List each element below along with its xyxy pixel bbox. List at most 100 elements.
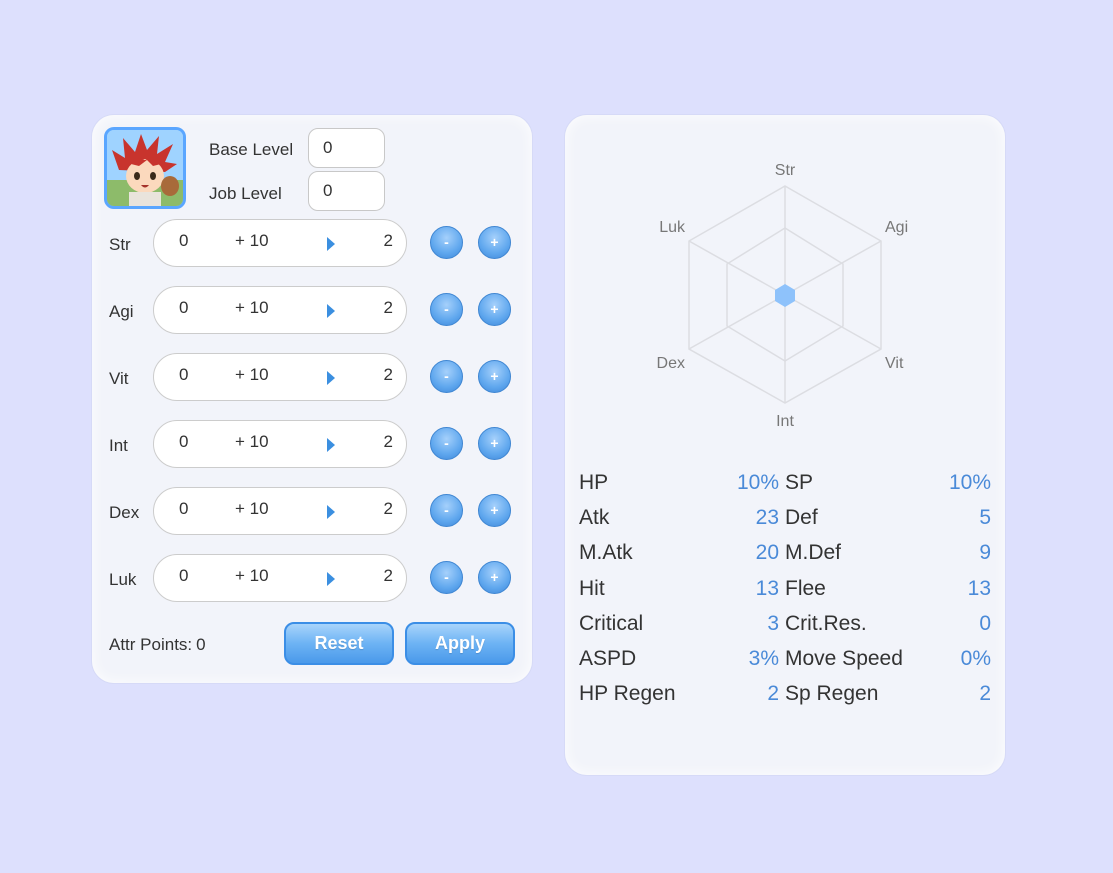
attribute-cost-value: 2 bbox=[383, 231, 393, 250]
agi-decrease-button[interactable]: - bbox=[430, 293, 463, 326]
stat-label: SP bbox=[785, 471, 814, 494]
attr-points: Attr Points: 0 bbox=[109, 635, 206, 655]
stat-label: Sp Regen bbox=[785, 682, 879, 706]
attribute-bonus-value: + 10 bbox=[235, 432, 269, 451]
arrow-right-icon bbox=[327, 505, 335, 519]
stat-value: 10% bbox=[948, 471, 991, 494]
attribute-value-box: 0 + 10 2 bbox=[153, 219, 407, 267]
stat-label: HP Regen bbox=[579, 682, 676, 706]
job-level-input[interactable] bbox=[308, 171, 385, 211]
attribute-base-value: 0 bbox=[179, 499, 189, 518]
attribute-value-box: 0 + 10 2 bbox=[153, 487, 407, 535]
attribute-base-value: 0 bbox=[179, 231, 189, 250]
vit-increase-button[interactable]: + bbox=[478, 360, 511, 393]
stat-label: M.Atk bbox=[579, 541, 633, 565]
stat-value: 13 bbox=[967, 576, 991, 600]
stat-label: Move Speed bbox=[785, 646, 903, 670]
radar-label-luk: Luk bbox=[659, 219, 686, 236]
attribute-cost-value: 2 bbox=[383, 298, 393, 317]
int-increase-button[interactable]: + bbox=[478, 427, 511, 460]
arrow-right-icon bbox=[327, 572, 335, 586]
vit-decrease-button[interactable]: - bbox=[430, 360, 463, 393]
radar-label-dex: Dex bbox=[657, 355, 685, 372]
reset-button[interactable]: Reset bbox=[284, 622, 394, 665]
arrow-right-icon bbox=[327, 237, 335, 251]
attribute-row-agi: Agi 0 + 10 2 - + bbox=[92, 286, 532, 334]
attribute-cost-value: 2 bbox=[383, 365, 393, 384]
stat-label: HP bbox=[579, 471, 609, 494]
attribute-name: Agi bbox=[109, 302, 134, 321]
radar-label-vit: Vit bbox=[885, 355, 904, 372]
stat-row: HP Regen 2 Sp Regen 2 bbox=[579, 678, 991, 713]
job-level-label: Job Level bbox=[209, 184, 282, 203]
stat-value: 5 bbox=[979, 506, 991, 530]
attribute-bonus-value: + 10 bbox=[235, 231, 269, 250]
stat-grid: HP 10% SP 10% Atk 23 Def 5 M.Atk 20 M.De… bbox=[579, 467, 991, 713]
attribute-cost-value: 2 bbox=[383, 432, 393, 451]
attribute-value-box: 0 + 10 2 bbox=[153, 286, 407, 334]
attribute-name: Int bbox=[109, 436, 128, 455]
attribute-base-value: 0 bbox=[179, 365, 189, 384]
attribute-row-luk: Luk 0 + 10 2 - + bbox=[92, 554, 532, 602]
attr-points-label: Attr Points: bbox=[109, 635, 193, 654]
stat-label: Flee bbox=[785, 576, 826, 600]
attribute-panel: Base Level Job Level Str 0 + 10 2 - + Ag… bbox=[92, 115, 532, 683]
attribute-bonus-value: + 10 bbox=[235, 365, 269, 384]
stat-row: HP 10% SP 10% bbox=[579, 467, 991, 502]
stat-label: Def bbox=[785, 506, 818, 530]
attribute-base-value: 0 bbox=[179, 298, 189, 317]
attribute-value-box: 0 + 10 2 bbox=[153, 420, 407, 468]
luk-increase-button[interactable]: + bbox=[478, 561, 511, 594]
base-level-label: Base Level bbox=[209, 140, 294, 159]
attribute-base-value: 0 bbox=[179, 432, 189, 451]
stat-label: ASPD bbox=[579, 646, 637, 670]
stat-row: ASPD 3% Move Speed 0% bbox=[579, 643, 991, 678]
radar-label-agi: Agi bbox=[885, 219, 908, 236]
stat-value: 23 bbox=[755, 506, 779, 530]
attribute-cost-value: 2 bbox=[383, 566, 393, 585]
stat-label: Critical bbox=[579, 611, 644, 635]
attribute-bonus-value: + 10 bbox=[235, 566, 269, 585]
attribute-row-int: Int 0 + 10 2 - + bbox=[92, 420, 532, 468]
character-portrait-icon bbox=[107, 130, 183, 206]
stat-row: Hit 13 Flee 13 bbox=[579, 573, 991, 608]
stat-value: 9 bbox=[979, 541, 991, 565]
stat-value: 20 bbox=[755, 541, 779, 565]
stat-value: 10% bbox=[736, 471, 779, 494]
radar-label-str: Str bbox=[775, 162, 796, 179]
luk-decrease-button[interactable]: - bbox=[430, 561, 463, 594]
attribute-name: Str bbox=[109, 235, 131, 254]
attribute-name: Dex bbox=[109, 503, 140, 522]
base-level-input[interactable] bbox=[308, 128, 385, 168]
attribute-value-box: 0 + 10 2 bbox=[153, 353, 407, 401]
arrow-right-icon bbox=[327, 371, 335, 385]
arrow-right-icon bbox=[327, 304, 335, 318]
arrow-right-icon bbox=[327, 438, 335, 452]
character-avatar bbox=[104, 127, 186, 209]
attribute-value-box: 0 + 10 2 bbox=[153, 554, 407, 602]
attribute-base-value: 0 bbox=[179, 566, 189, 585]
stat-label: M.Def bbox=[785, 541, 842, 565]
stat-value: 3% bbox=[748, 646, 779, 670]
attribute-bonus-value: + 10 bbox=[235, 298, 269, 317]
int-decrease-button[interactable]: - bbox=[430, 427, 463, 460]
attribute-name: Luk bbox=[109, 570, 137, 589]
dex-increase-button[interactable]: + bbox=[478, 494, 511, 527]
dex-decrease-button[interactable]: - bbox=[430, 494, 463, 527]
attribute-row-dex: Dex 0 + 10 2 - + bbox=[92, 487, 532, 535]
apply-button[interactable]: Apply bbox=[405, 622, 515, 665]
radar-value-shape bbox=[775, 284, 795, 307]
attribute-bonus-value: + 10 bbox=[235, 499, 269, 518]
agi-increase-button[interactable]: + bbox=[478, 293, 511, 326]
str-decrease-button[interactable]: - bbox=[430, 226, 463, 259]
stat-row: Critical 3 Crit.Res. 0 bbox=[579, 608, 991, 643]
stat-label: Hit bbox=[579, 576, 605, 600]
attr-points-value: 0 bbox=[196, 635, 206, 654]
stat-value: 13 bbox=[755, 576, 779, 600]
stats-panel: Str Agi Vit Int Dex Luk HP 10% SP 10% At… bbox=[565, 115, 1005, 775]
stat-label: Crit.Res. bbox=[785, 611, 867, 635]
str-increase-button[interactable]: + bbox=[478, 226, 511, 259]
stat-row: Atk 23 Def 5 bbox=[579, 502, 991, 537]
stat-value: 2 bbox=[979, 682, 991, 706]
attribute-row-str: Str 0 + 10 2 - + bbox=[92, 219, 532, 267]
